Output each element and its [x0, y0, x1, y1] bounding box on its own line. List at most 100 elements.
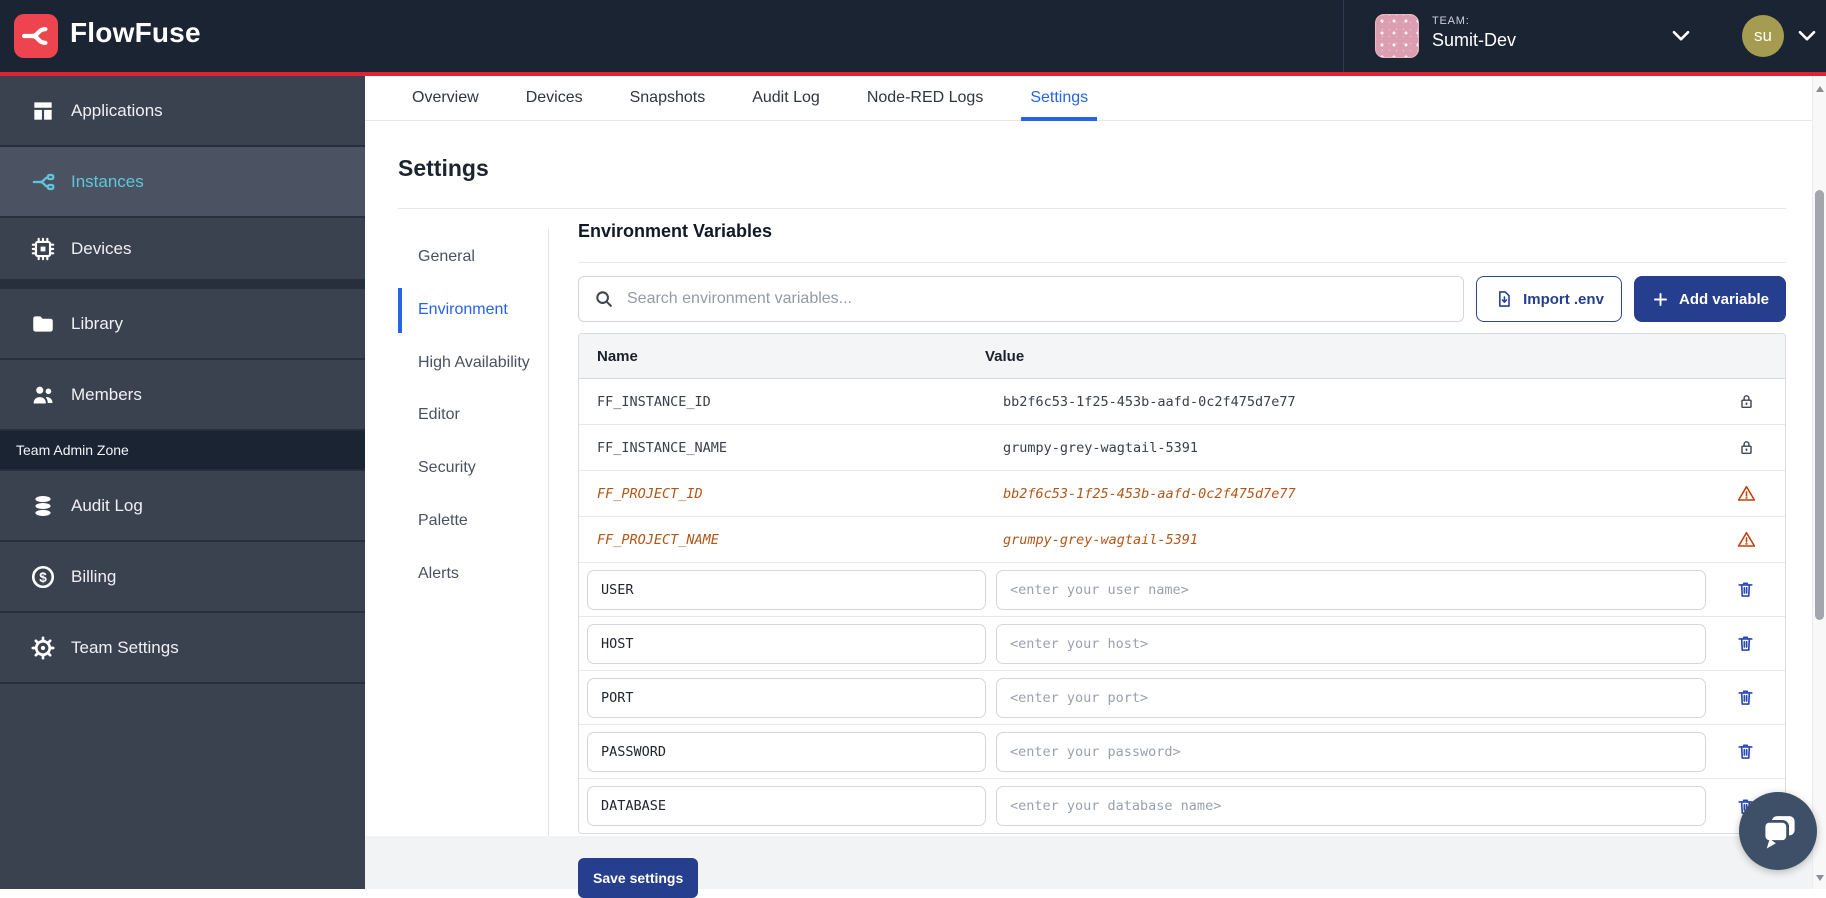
sidebar-item[interactable]: Library [0, 289, 365, 360]
header-divider [1343, 0, 1344, 72]
subnav-divider [548, 229, 549, 836]
tab[interactable]: Snapshots [628, 76, 708, 120]
env-var-row [579, 779, 1785, 833]
add-variable-button[interactable]: Add variable [1634, 276, 1786, 322]
tab[interactable]: Devices [524, 76, 585, 120]
trash-icon[interactable] [1735, 633, 1756, 654]
sidebar-item-label: Devices [71, 239, 131, 259]
env-var-value: bb2f6c53-1f25-453b-aafd-0c2f475d7e77 [1003, 486, 1296, 502]
env-var-row [579, 671, 1785, 725]
chat-bubbles-icon [1757, 810, 1799, 852]
team-avatar[interactable] [1375, 14, 1419, 58]
env-var-name-input[interactable] [587, 570, 986, 610]
env-var-name-input[interactable] [587, 624, 986, 664]
env-var-value-input[interactable] [996, 678, 1706, 718]
warning-icon [1736, 483, 1757, 504]
sidebar-item-label: Audit Log [71, 496, 143, 516]
audit-log-icon [30, 493, 56, 519]
column-header-name: Name [579, 348, 985, 365]
sidebar-section-label: Team Admin Zone [0, 431, 365, 471]
tab[interactable]: Settings [1028, 76, 1090, 120]
main-content: Settings General Environment High Availa… [365, 121, 1812, 889]
subnav-item[interactable]: Security [398, 442, 546, 495]
section-heading: Environment Variables [578, 221, 772, 242]
subnav-item[interactable]: Palette [398, 495, 546, 548]
env-var-row [579, 617, 1785, 671]
sidebar-item[interactable]: Devices [0, 218, 365, 289]
search-icon [593, 288, 615, 310]
import-file-icon [1494, 289, 1514, 309]
team-selector[interactable]: TEAM: Sumit-Dev [1432, 15, 1516, 51]
flowfuse-logo-icon[interactable] [14, 14, 58, 58]
env-var-value-input[interactable] [996, 786, 1706, 826]
column-header-value: Value [985, 348, 1024, 365]
subnav-item[interactable]: Alerts [398, 548, 546, 601]
sidebar-item-label: Members [71, 385, 142, 405]
lock-icon [1737, 392, 1756, 411]
sidebar-item[interactable]: Team Settings [0, 613, 365, 684]
import-env-button[interactable]: Import .env [1476, 276, 1622, 322]
devices-icon [30, 236, 56, 262]
chat-widget-button[interactable] [1739, 792, 1817, 870]
sidebar-item[interactable]: Applications [0, 76, 365, 147]
trash-icon[interactable] [1735, 687, 1756, 708]
team-chevron-down-icon[interactable] [1668, 23, 1694, 49]
env-var-row [579, 725, 1785, 779]
sidebar-item-label: Library [71, 314, 123, 334]
env-var-value-input[interactable] [996, 732, 1706, 772]
sidebar-item-label: Applications [71, 101, 163, 121]
env-var-row: FF_PROJECT_ID bb2f6c53-1f25-453b-aafd-0c… [579, 471, 1785, 517]
env-var-row: FF_INSTANCE_NAME grumpy-grey-wagtail-539… [579, 425, 1785, 471]
env-var-name-input[interactable] [587, 786, 986, 826]
env-var-value-input[interactable] [996, 624, 1706, 664]
scroll-up-arrow[interactable] [1816, 86, 1824, 92]
subnav-item[interactable]: Editor [398, 389, 546, 442]
env-var-row: FF_INSTANCE_ID bb2f6c53-1f25-453b-aafd-0… [579, 379, 1785, 425]
billing-icon [30, 564, 56, 590]
env-var-name-input[interactable] [587, 678, 986, 718]
search-input[interactable] [578, 276, 1464, 322]
sidebar-item[interactable]: Audit Log [0, 471, 365, 542]
page-title: Settings [398, 155, 489, 182]
section-divider [578, 262, 1786, 263]
plus-icon [1651, 290, 1670, 309]
tab[interactable]: Audit Log [750, 76, 822, 120]
lock-icon [1737, 438, 1756, 457]
sidebar-item[interactable]: Instances [0, 147, 365, 218]
settings-subnav: General Environment High Availability Ed… [398, 231, 546, 601]
trash-icon[interactable] [1735, 579, 1756, 600]
sidebar-item-label: Billing [71, 567, 116, 587]
env-var-value: grumpy-grey-wagtail-5391 [1003, 532, 1198, 548]
scroll-down-arrow[interactable] [1816, 875, 1824, 881]
env-var-name: FF_INSTANCE_ID [597, 394, 711, 410]
env-var-row [579, 563, 1785, 617]
table-body: FF_INSTANCE_ID bb2f6c53-1f25-453b-aafd-0… [579, 379, 1785, 833]
subnav-item[interactable]: Environment [398, 284, 546, 337]
sidebar-item[interactable]: Billing [0, 542, 365, 613]
subnav-item[interactable]: High Availability [398, 337, 546, 390]
team-label: TEAM: [1432, 15, 1516, 27]
accent-line [0, 72, 1826, 76]
tab[interactable]: Node-RED Logs [865, 76, 986, 120]
env-var-name-input[interactable] [587, 732, 986, 772]
tab[interactable]: Overview [410, 76, 481, 120]
scrollbar-thumb[interactable] [1815, 190, 1824, 620]
table-header-row: Name Value [579, 334, 1785, 379]
warning-icon [1736, 529, 1757, 550]
user-menu-chevron-down-icon[interactable] [1794, 23, 1820, 49]
members-icon [30, 382, 56, 408]
env-var-name: FF_PROJECT_ID [597, 486, 703, 502]
sidebar-item-label: Team Settings [71, 638, 179, 658]
env-variables-table: Name Value FF_INSTANCE_ID bb2f6c53-1f25-… [578, 333, 1786, 834]
env-var-name: FF_PROJECT_NAME [597, 532, 719, 548]
env-var-value: bb2f6c53-1f25-453b-aafd-0c2f475d7e77 [1003, 394, 1296, 410]
save-settings-button[interactable]: Save settings [578, 858, 698, 898]
sidebar-item[interactable]: Members [0, 360, 365, 431]
trash-icon[interactable] [1735, 741, 1756, 762]
subnav-item[interactable]: General [398, 231, 546, 284]
env-var-value-input[interactable] [996, 570, 1706, 610]
user-avatar[interactable]: su [1742, 15, 1784, 57]
env-controls: Import .env Add variable [578, 276, 1786, 322]
env-var-name: FF_INSTANCE_NAME [597, 440, 727, 456]
brand-name: FlowFuse [70, 17, 201, 49]
